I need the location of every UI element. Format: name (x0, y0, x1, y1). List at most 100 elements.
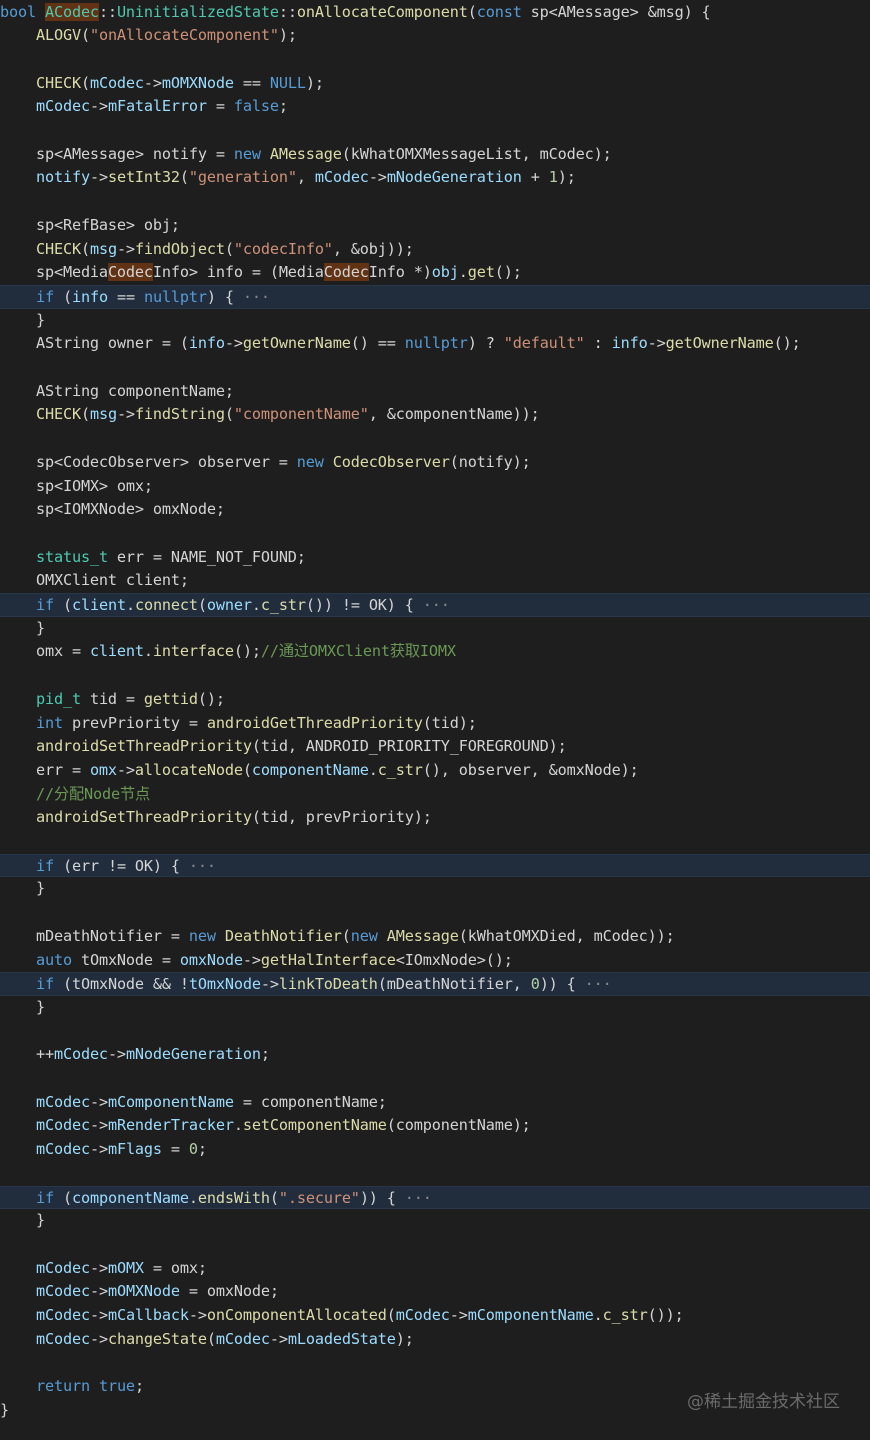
code-line[interactable]: int prevPriority = androidGetThreadPrior… (0, 712, 870, 736)
code-line[interactable]: pid_t tid = gettid(); (0, 688, 870, 712)
code-token: } (0, 1211, 45, 1230)
code-line[interactable]: sp<MediaCodecInfo> info = (MediaCodecInf… (0, 261, 870, 285)
code-token: ACodec (44, 2, 99, 21)
code-line[interactable]: auto tOmxNode = omxNode->getHalInterface… (0, 949, 870, 973)
code-token: } (0, 1400, 9, 1419)
code-line[interactable]: AString componentName; (0, 380, 870, 404)
code-line[interactable]: } (0, 877, 870, 901)
code-line[interactable]: sp<AMessage> notify = new AMessage(kWhat… (0, 143, 870, 167)
folded-code-line[interactable]: if (componentName.endsWith(".secure")) {… (0, 1185, 870, 1210)
code-token: -> (224, 334, 243, 353)
code-line[interactable] (0, 1067, 870, 1091)
code-line[interactable] (0, 119, 870, 143)
code-line[interactable]: mCodec->mRenderTracker.setComponentName(… (0, 1114, 870, 1138)
folded-code-line[interactable]: if (client.connect(owner.c_str()) != OK)… (0, 593, 870, 617)
code-line[interactable]: AString owner = (info->getOwnerName() ==… (0, 332, 870, 356)
code-line[interactable]: mCodec->changeState(mCodec->mLoadedState… (0, 1328, 870, 1352)
code-line[interactable]: sp<CodecObserver> observer = new CodecOb… (0, 451, 870, 475)
code-line[interactable]: androidSetThreadPriority(tid, ANDROID_PR… (0, 735, 870, 759)
code-line[interactable]: ++mCodec->mNodeGeneration; (0, 1043, 870, 1067)
code-token: } (0, 997, 45, 1016)
code-token: -> (143, 73, 162, 92)
code-line[interactable]: notify->setInt32("generation", mCodec->m… (0, 166, 870, 190)
folded-code-line[interactable]: if (info == nullptr) { ··· (0, 284, 870, 309)
code-line[interactable] (0, 190, 870, 214)
folded-code-line[interactable]: if (err != OK) { ··· (0, 853, 870, 878)
code-line[interactable]: CHECK(mCodec->mOMXNode == NULL); (0, 72, 870, 96)
code-line[interactable]: } (0, 309, 870, 333)
code-line[interactable]: } (0, 996, 870, 1020)
code-line[interactable] (0, 356, 870, 380)
code-token: = omx; (143, 1258, 207, 1277)
code-line[interactable] (0, 1020, 870, 1044)
code-token: ; (197, 1140, 207, 1159)
code-line[interactable]: OMXClient client; (0, 569, 870, 593)
folded-code-line[interactable]: if (tOmxNode && !tOmxNode->linkToDeath(m… (0, 972, 870, 996)
code-line[interactable]: status_t err = NAME_NOT_FOUND; (0, 546, 870, 570)
fold-ellipsis-icon[interactable]: ··· (396, 1189, 432, 1207)
code-token: = (161, 1140, 189, 1159)
code-line[interactable]: ALOGV("onAllocateComponent"); (0, 24, 870, 48)
code-token: , &obj)); (332, 239, 414, 258)
code-token: -> (116, 760, 135, 779)
code-line[interactable]: androidSetThreadPriority(tid, prevPriori… (0, 806, 870, 830)
code-line[interactable] (0, 1233, 870, 1257)
code-token: -> (89, 1116, 108, 1135)
code-line[interactable]: mCodec->mFatalError = false; (0, 95, 870, 119)
code-token: mCodec (35, 1329, 90, 1348)
code-line[interactable]: CHECK(msg->findString("componentName", &… (0, 403, 870, 427)
code-line[interactable]: mDeathNotifier = new DeathNotifier(new A… (0, 925, 870, 949)
code-token: mCodec (215, 1329, 270, 1348)
code-token: ( (467, 2, 477, 21)
code-line[interactable]: mCodec->mCallback->onComponentAllocated(… (0, 1304, 870, 1328)
code-line[interactable]: //分配Node节点 (0, 783, 870, 807)
code-token: () == (350, 334, 405, 353)
code-token: client (89, 642, 144, 661)
code-line[interactable]: sp<IOMXNode> omxNode; (0, 498, 870, 522)
code-token: Codec (323, 263, 369, 282)
code-line[interactable] (0, 830, 870, 854)
code-line[interactable]: mCodec->mOMXNode = omxNode; (0, 1280, 870, 1304)
code-token: sp<IOMXNode> omxNode; (0, 500, 225, 519)
code-line[interactable]: sp<RefBase> obj; (0, 214, 870, 238)
fold-ellipsis-icon[interactable]: ··· (576, 975, 612, 993)
code-line[interactable] (0, 1351, 870, 1375)
code-line[interactable]: mCodec->mOMX = omx; (0, 1257, 870, 1281)
code-line[interactable] (0, 1162, 870, 1186)
code-line[interactable]: } (0, 617, 870, 641)
fold-ellipsis-icon[interactable]: ··· (180, 857, 216, 875)
code-line[interactable] (0, 664, 870, 688)
code-line[interactable] (0, 522, 870, 546)
code-line[interactable] (0, 427, 870, 451)
code-line[interactable]: CHECK(msg->findObject("codecInfo", &obj)… (0, 238, 870, 262)
code-token: (tid, ANDROID_PRIORITY_FOREGROUND); (251, 737, 567, 756)
code-token: sp<CodecObserver> observer = (0, 452, 297, 471)
code-line[interactable]: sp<IOMX> omx; (0, 475, 870, 499)
code-line[interactable]: mCodec->mComponentName = componentName; (0, 1091, 870, 1115)
code-editor[interactable]: bool ACodec::UninitializedState::onAlloc… (0, 0, 870, 1440)
code-token: CHECK (35, 73, 81, 92)
fold-ellipsis-icon[interactable]: ··· (234, 288, 270, 306)
code-token: mComponentName (107, 1092, 234, 1111)
code-line[interactable] (0, 901, 870, 925)
code-token: ( (206, 1329, 216, 1348)
code-token: Info> info = (Media (152, 263, 324, 282)
code-line[interactable]: err = omx->allocateNode(componentName.c_… (0, 759, 870, 783)
code-line[interactable]: omx = client.interface();//通过OMXClient获取… (0, 640, 870, 664)
code-line[interactable] (0, 48, 870, 72)
fold-ellipsis-icon[interactable]: ··· (414, 596, 450, 614)
code-token: ( (224, 405, 234, 424)
code-token: (tid); (422, 713, 477, 732)
code-token: getOwnerName (242, 334, 351, 353)
code-token: int (35, 713, 63, 732)
code-line[interactable]: bool ACodec::UninitializedState::onAlloc… (0, 1, 870, 25)
code-line[interactable]: mCodec->mFlags = 0; (0, 1138, 870, 1162)
code-token: UninitializedState (116, 2, 279, 21)
code-line[interactable]: } (0, 1209, 870, 1233)
